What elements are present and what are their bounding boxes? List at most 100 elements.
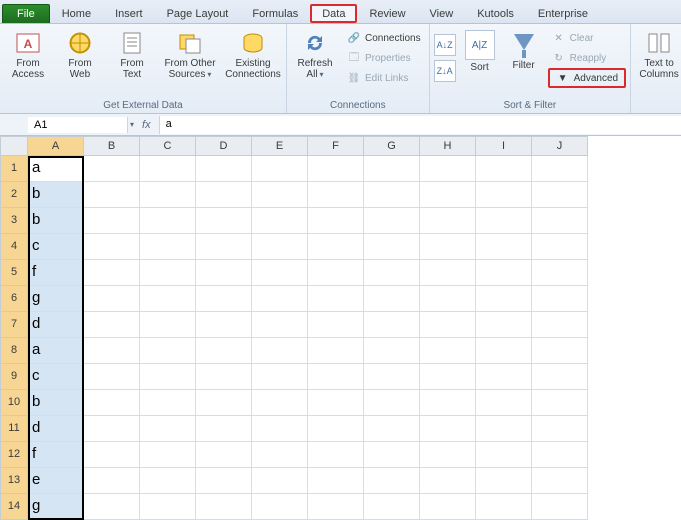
- cell[interactable]: [532, 260, 588, 286]
- cell[interactable]: [532, 312, 588, 338]
- cell[interactable]: [476, 208, 532, 234]
- row-header[interactable]: 9: [0, 364, 28, 390]
- cell[interactable]: [252, 182, 308, 208]
- column-header-a[interactable]: A: [28, 136, 84, 156]
- properties-button[interactable]: 🗔 Properties: [343, 48, 425, 68]
- advanced-filter-button[interactable]: ▼ Advanced: [548, 68, 626, 88]
- tab-enterprise[interactable]: Enterprise: [526, 4, 600, 23]
- cell[interactable]: [420, 182, 476, 208]
- row-header[interactable]: 13: [0, 468, 28, 494]
- column-header-f[interactable]: F: [308, 136, 364, 156]
- cell[interactable]: [532, 442, 588, 468]
- cell[interactable]: [308, 442, 364, 468]
- cell[interactable]: [364, 416, 420, 442]
- edit-links-button[interactable]: ⛓ Edit Links: [343, 68, 425, 88]
- cell[interactable]: [252, 338, 308, 364]
- cell[interactable]: [308, 286, 364, 312]
- column-header-b[interactable]: B: [84, 136, 140, 156]
- cell[interactable]: [140, 156, 196, 182]
- cell[interactable]: [140, 364, 196, 390]
- tab-insert[interactable]: Insert: [103, 4, 155, 23]
- column-header-d[interactable]: D: [196, 136, 252, 156]
- column-header-c[interactable]: C: [140, 136, 196, 156]
- cell[interactable]: [196, 260, 252, 286]
- cell[interactable]: [140, 208, 196, 234]
- row-header[interactable]: 11: [0, 416, 28, 442]
- cell[interactable]: [196, 442, 252, 468]
- cell[interactable]: [364, 494, 420, 520]
- cell[interactable]: [476, 364, 532, 390]
- column-header-h[interactable]: H: [420, 136, 476, 156]
- cell[interactable]: [476, 468, 532, 494]
- cell[interactable]: [196, 338, 252, 364]
- cell[interactable]: [476, 390, 532, 416]
- tab-file[interactable]: File: [2, 4, 50, 23]
- row-header[interactable]: 7: [0, 312, 28, 338]
- cell[interactable]: e: [28, 468, 84, 494]
- cell[interactable]: [252, 390, 308, 416]
- cell[interactable]: [420, 156, 476, 182]
- cell[interactable]: [308, 364, 364, 390]
- cell[interactable]: [532, 390, 588, 416]
- text-to-columns-button[interactable]: Text to Columns: [635, 28, 681, 80]
- cell[interactable]: [140, 182, 196, 208]
- row-header[interactable]: 10: [0, 390, 28, 416]
- cell[interactable]: [84, 260, 140, 286]
- cell[interactable]: [140, 260, 196, 286]
- cell[interactable]: [364, 208, 420, 234]
- cell[interactable]: [364, 338, 420, 364]
- refresh-all-button[interactable]: Refresh All▾: [291, 28, 339, 80]
- from-text-button[interactable]: From Text: [108, 28, 156, 80]
- cell[interactable]: [196, 390, 252, 416]
- row-header[interactable]: 8: [0, 338, 28, 364]
- row-header[interactable]: 4: [0, 234, 28, 260]
- cell[interactable]: [420, 338, 476, 364]
- cell[interactable]: [476, 312, 532, 338]
- cell[interactable]: [308, 208, 364, 234]
- cell[interactable]: [196, 468, 252, 494]
- reapply-button[interactable]: ↻ Reapply: [548, 48, 626, 68]
- cell[interactable]: [308, 338, 364, 364]
- cell[interactable]: [308, 156, 364, 182]
- cell[interactable]: [364, 364, 420, 390]
- sort-desc-button[interactable]: Z↓A: [434, 60, 456, 82]
- cell[interactable]: [476, 260, 532, 286]
- cell[interactable]: [84, 494, 140, 520]
- cell[interactable]: [364, 390, 420, 416]
- cell[interactable]: [308, 494, 364, 520]
- filter-button[interactable]: Filter: [504, 28, 544, 71]
- from-other-sources-button[interactable]: From Other Sources▾: [160, 28, 220, 80]
- cell[interactable]: [476, 416, 532, 442]
- cell[interactable]: [420, 442, 476, 468]
- cell[interactable]: [252, 442, 308, 468]
- cell[interactable]: [84, 338, 140, 364]
- tab-page-layout[interactable]: Page Layout: [155, 4, 241, 23]
- cell[interactable]: [140, 416, 196, 442]
- cell[interactable]: [252, 416, 308, 442]
- cell[interactable]: [532, 338, 588, 364]
- column-header-j[interactable]: J: [532, 136, 588, 156]
- cell[interactable]: [476, 234, 532, 260]
- cell[interactable]: [140, 494, 196, 520]
- cell[interactable]: [532, 208, 588, 234]
- row-header[interactable]: 6: [0, 286, 28, 312]
- cell[interactable]: [84, 182, 140, 208]
- from-web-button[interactable]: From Web: [56, 28, 104, 80]
- cell[interactable]: g: [28, 494, 84, 520]
- cell[interactable]: [84, 468, 140, 494]
- cell[interactable]: [84, 416, 140, 442]
- cell[interactable]: [252, 286, 308, 312]
- cell[interactable]: [532, 364, 588, 390]
- name-box[interactable]: A1: [28, 117, 128, 133]
- cell[interactable]: [196, 494, 252, 520]
- cell[interactable]: [420, 286, 476, 312]
- cell[interactable]: [196, 182, 252, 208]
- cell[interactable]: [420, 234, 476, 260]
- cell[interactable]: [252, 312, 308, 338]
- cell[interactable]: [476, 442, 532, 468]
- row-header[interactable]: 12: [0, 442, 28, 468]
- existing-connections-button[interactable]: Existing Connections: [224, 28, 282, 80]
- cell[interactable]: [252, 364, 308, 390]
- cell[interactable]: c: [28, 234, 84, 260]
- cell[interactable]: b: [28, 208, 84, 234]
